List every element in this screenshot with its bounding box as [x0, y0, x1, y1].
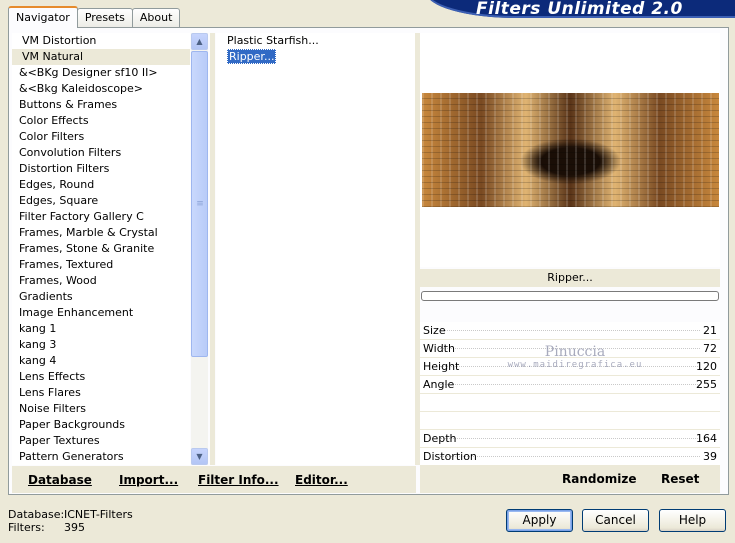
- app-title: Filters Unlimited 2.0: [476, 0, 683, 19]
- param-value: 120: [696, 360, 717, 373]
- category-item[interactable]: Frames, Wood: [12, 273, 190, 289]
- category-item[interactable]: &<Bkg Kaleidoscope>: [12, 81, 190, 97]
- database-info: Database:ICNET-Filters Filters: 395: [8, 508, 133, 534]
- param-name: Size: [423, 324, 446, 337]
- progress-bar: [421, 291, 719, 301]
- watermark: Pinuccia www.maidiregrafica.eu: [500, 344, 650, 370]
- database-value: ICNET-Filters: [64, 508, 133, 521]
- preview-pane: [420, 33, 720, 267]
- filters-label: Filters:: [8, 521, 45, 534]
- category-item[interactable]: kang 3: [12, 337, 190, 353]
- randomize-button[interactable]: Randomize: [562, 472, 636, 486]
- param-name: Width: [423, 342, 455, 355]
- category-item[interactable]: kang 4: [12, 353, 190, 369]
- category-scrollbar[interactable]: ▲ ≡ ▼: [191, 33, 208, 465]
- filters-count: 395: [64, 521, 85, 534]
- navigator-actions: Database Import... Filter Info... Editor…: [12, 466, 416, 493]
- filter-item-plastic-starfish[interactable]: Plastic Starfish...: [216, 33, 415, 49]
- param-slider-angle[interactable]: Angle 255: [420, 376, 720, 394]
- apply-button[interactable]: Apply: [506, 509, 573, 532]
- import-button[interactable]: Import...: [119, 473, 178, 487]
- category-item[interactable]: Edges, Square: [12, 193, 190, 209]
- category-item[interactable]: Convolution Filters: [12, 145, 190, 161]
- category-item[interactable]: &<BKg Designer sf10 II>: [12, 65, 190, 81]
- category-item[interactable]: Color Filters: [12, 129, 190, 145]
- param-slider-empty[interactable]: [420, 394, 720, 412]
- category-item[interactable]: Buttons & Frames: [12, 97, 190, 113]
- param-value: 39: [703, 450, 717, 463]
- column-divider: [210, 33, 215, 465]
- param-value: 164: [696, 432, 717, 445]
- slider-track: [440, 456, 700, 457]
- filter-item-ripper[interactable]: Ripper...: [216, 49, 415, 65]
- cancel-button[interactable]: Cancel: [582, 509, 649, 532]
- slider-track: [440, 384, 700, 385]
- category-list[interactable]: VM Distortion VM Natural &<BKg Designer sf…: [12, 33, 190, 465]
- param-name: Height: [423, 360, 460, 373]
- tab-navigator[interactable]: Navigator: [8, 6, 78, 28]
- param-name: Distortion: [423, 450, 477, 463]
- category-item[interactable]: Pattern Generators: [12, 449, 190, 465]
- tab-presets[interactable]: Presets: [76, 8, 133, 28]
- scroll-down-arrow-icon[interactable]: ▼: [191, 448, 208, 465]
- category-item[interactable]: Paper Backgrounds: [12, 417, 190, 433]
- category-item[interactable]: Gradients: [12, 289, 190, 305]
- database-label: Database:: [8, 508, 65, 521]
- category-item[interactable]: Lens Flares: [12, 385, 190, 401]
- category-item[interactable]: VM Natural: [12, 49, 190, 65]
- filter-info-button[interactable]: Filter Info...: [198, 473, 279, 487]
- param-slider-size[interactable]: Size 21: [420, 322, 720, 340]
- category-item[interactable]: Lens Effects: [12, 369, 190, 385]
- param-name: Depth: [423, 432, 457, 445]
- database-button[interactable]: Database: [28, 473, 92, 487]
- category-item[interactable]: Frames, Textured: [12, 257, 190, 273]
- preview-image: [422, 93, 719, 207]
- category-item[interactable]: Frames, Marble & Crystal: [12, 225, 190, 241]
- scroll-up-arrow-icon[interactable]: ▲: [191, 33, 208, 50]
- tab-bar: Navigator Presets About: [8, 6, 181, 28]
- param-value: 255: [696, 378, 717, 391]
- category-item[interactable]: VM Distortion: [12, 33, 190, 49]
- param-value: 72: [703, 342, 717, 355]
- param-slider-empty[interactable]: [420, 412, 720, 430]
- category-item[interactable]: Edges, Round: [12, 177, 190, 193]
- editor-button[interactable]: Editor...: [295, 473, 348, 487]
- param-name: Angle: [423, 378, 455, 391]
- slider-track: [440, 330, 700, 331]
- category-item[interactable]: Paper Textures: [12, 433, 190, 449]
- category-item[interactable]: Filter Factory Gallery C: [12, 209, 190, 225]
- reset-button[interactable]: Reset: [661, 472, 699, 486]
- tab-about[interactable]: About: [131, 8, 181, 28]
- param-slider-distortion[interactable]: Distortion 39: [420, 448, 720, 466]
- preview-filter-name: Ripper...: [420, 269, 720, 287]
- watermark-name: Pinuccia: [544, 344, 606, 360]
- filter-list[interactable]: Plastic Starfish... Ripper...: [216, 33, 415, 465]
- watermark-url: www.maidiregrafica.eu: [507, 360, 643, 370]
- category-item[interactable]: Image Enhancement: [12, 305, 190, 321]
- category-item[interactable]: Noise Filters: [12, 401, 190, 417]
- scroll-thumb[interactable]: ≡: [191, 51, 208, 357]
- param-slider-depth[interactable]: Depth 164: [420, 430, 720, 448]
- category-item[interactable]: Color Effects: [12, 113, 190, 129]
- category-item[interactable]: Distortion Filters: [12, 161, 190, 177]
- category-item[interactable]: Frames, Stone & Granite: [12, 241, 190, 257]
- param-value: 21: [703, 324, 717, 337]
- category-item[interactable]: kang 1: [12, 321, 190, 337]
- preview-actions: Randomize Reset: [420, 466, 720, 493]
- slider-track: [440, 438, 700, 439]
- help-button[interactable]: Help: [659, 509, 726, 532]
